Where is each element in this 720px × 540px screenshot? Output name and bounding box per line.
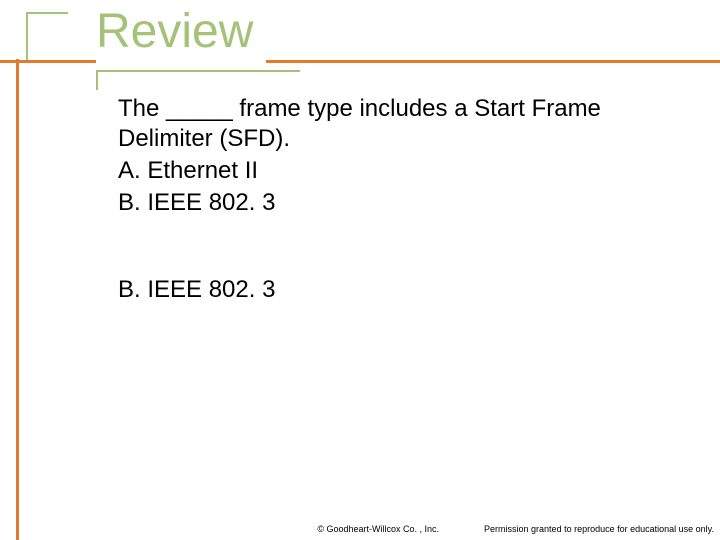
accent-green-vertical xyxy=(26,12,28,60)
question-block: The _____ frame type includes a Start Fr… xyxy=(118,94,670,220)
footer: © Goodheart-Willcox Co. , Inc. Permissio… xyxy=(0,524,714,534)
permission-text: Permission granted to reproduce for educ… xyxy=(484,524,714,534)
rule-green-horizontal xyxy=(96,70,300,72)
copyright-text: © Goodheart-Willcox Co. , Inc. xyxy=(317,524,439,534)
option-b: B. IEEE 802. 3 xyxy=(118,188,670,218)
rule-orange-vertical xyxy=(16,59,19,540)
option-a: A. Ethernet II xyxy=(118,156,670,186)
page-title: Review xyxy=(96,4,253,59)
rule-green-vertical xyxy=(96,70,98,90)
question-text: The _____ frame type includes a Start Fr… xyxy=(118,94,670,154)
slide: Review The _____ frame type includes a S… xyxy=(0,0,720,540)
accent-green-horizontal xyxy=(26,12,68,14)
answer-text: B. IEEE 802. 3 xyxy=(118,276,275,304)
